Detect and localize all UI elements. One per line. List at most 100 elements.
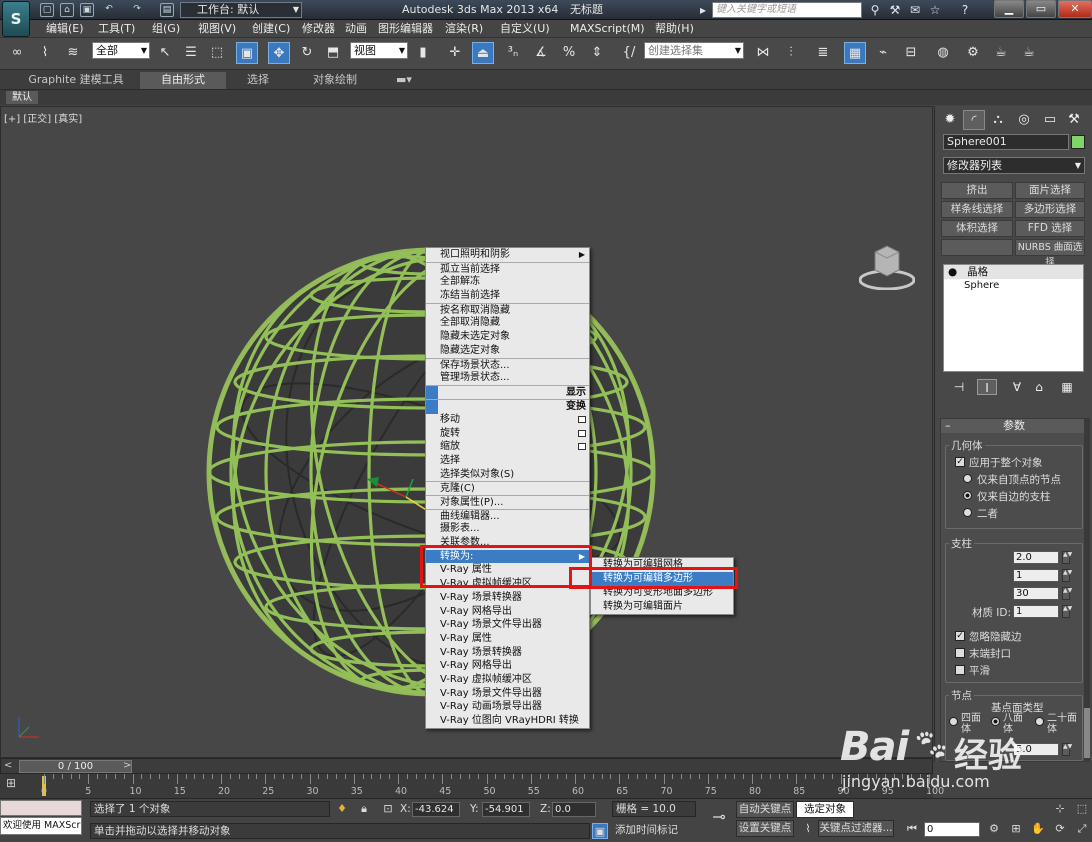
display-tab-icon[interactable]: ▭ [1039, 110, 1061, 130]
track-bar[interactable]: ⊞ 0 5 10 15 20 25 30 35 40 45 50 55 60 65 70 75 80 85 90 95… [0, 774, 944, 798]
menu-views[interactable]: 视图(V) [198, 20, 236, 38]
strut-matid-input[interactable]: 1 [1013, 605, 1059, 618]
curve-editor-icon[interactable]: ⌁ [872, 42, 894, 64]
close-button[interactable]: ✕ [1058, 0, 1092, 18]
context-menu-item[interactable]: 移动 [426, 413, 589, 427]
maximize-button[interactable]: ▭ [1026, 0, 1056, 18]
absolute-mode-icon[interactable]: ⊡ [380, 801, 396, 817]
context-menu-item[interactable]: 隐藏未选定对象 [426, 330, 589, 344]
spinner-snap-icon[interactable]: ⇕ [586, 42, 608, 64]
settings-box-icon[interactable] [578, 429, 586, 437]
ignore-hidden-checkbox[interactable]: ✓ [955, 631, 965, 641]
show-end-result-icon[interactable]: Ⅰ [977, 379, 997, 395]
object-name-field[interactable]: Sphere001 [943, 134, 1069, 150]
keyboard-shortcut-icon[interactable]: ⏏ [472, 42, 494, 64]
settings-box-icon[interactable] [578, 443, 586, 451]
pan-hand-icon[interactable]: ✋ [1030, 821, 1046, 837]
link-icon[interactable]: ∞ [6, 42, 28, 64]
context-menu-item[interactable]: V-Ray 属性 [426, 632, 589, 646]
context-menu-item[interactable]: V-Ray 网格导出 [426, 659, 589, 673]
context-menu-item[interactable]: V-Ray 场景文件导出器 [426, 687, 589, 701]
communication-icon[interactable]: ✉ [906, 2, 924, 18]
add-time-tag[interactable]: 添加时间标记 [612, 823, 696, 839]
context-menu-item[interactable]: V-Ray 属性 [426, 563, 589, 577]
strut-radius-input[interactable]: 2.0 [1013, 551, 1059, 564]
named-selection-dropdown[interactable]: 创建选择集 ▼ [644, 42, 744, 59]
render-setup-icon[interactable]: ⚙ [962, 42, 984, 64]
context-menu-item[interactable]: 保存场景状态... [426, 357, 589, 372]
context-menu-item[interactable]: 按名称取消隐藏 [426, 302, 589, 317]
menu-rendering[interactable]: 渲染(R) [445, 20, 483, 38]
undo-icon[interactable]: ↶ [102, 3, 116, 17]
context-menu-item[interactable]: 全部解冻 [426, 275, 589, 289]
submenu-item[interactable]: 转换为可编辑网格 [591, 558, 733, 572]
edit-named-sel-icon[interactable]: {/ [618, 42, 640, 64]
pivot-center-icon[interactable]: ▮ [412, 42, 434, 64]
minimize-button[interactable]: ▁ [994, 0, 1024, 18]
select-rotate-icon[interactable]: ↻ [296, 42, 318, 64]
menu-graph-editors[interactable]: 图形编辑器 [378, 20, 433, 38]
select-object-icon[interactable]: ↖ [154, 42, 176, 64]
goto-start-icon[interactable]: ⏮ [904, 821, 920, 837]
snaps-toggle-icon[interactable]: ³ₙ [502, 42, 524, 64]
strut-matid-spinner[interactable]: ▲▼ [1062, 605, 1072, 618]
x-coord-input[interactable]: -43.624 [412, 802, 460, 817]
redo-icon[interactable]: ↷ [130, 3, 144, 17]
viewcube[interactable] [859, 242, 915, 290]
context-menu-item[interactable]: 选择 [426, 454, 589, 468]
field-of-view-icon[interactable]: ⊹ [1052, 801, 1068, 817]
spline-select-button[interactable]: 样条线选择 [941, 201, 1013, 218]
quad-header[interactable]: 变换 [426, 398, 589, 414]
workspace-dropdown[interactable]: 工作台: 默认 ▼ [180, 2, 302, 18]
percent-snap-icon[interactable]: % [558, 42, 580, 64]
menu-tools[interactable]: 工具(T) [98, 20, 135, 38]
nurbs-select-button[interactable]: NURBS 曲面选择 [1015, 239, 1085, 268]
tetra-radio[interactable] [949, 717, 958, 726]
selection-filter-dropdown[interactable]: 全部 ▼ [92, 42, 150, 59]
strut-segments-spinner[interactable]: ▲▼ [1062, 569, 1072, 582]
mirror-icon[interactable]: ⋈ [752, 42, 774, 64]
expand-arrow-icon[interactable]: ▸ [694, 2, 712, 18]
maxscript-mini-listener[interactable]: 欢迎使用 MAXScri [0, 817, 82, 835]
mini-curve-editor-icon[interactable]: ⊞ [6, 776, 26, 792]
subscription-icon[interactable]: ⚒ [886, 2, 904, 18]
context-menu-item[interactable]: V-Ray 场景文件导出器 [426, 618, 589, 632]
apply-whole-checkbox[interactable]: ✓ [955, 457, 965, 467]
open-file-icon[interactable]: ⌂ [60, 3, 74, 17]
ribbon-options-icon[interactable]: ▬▾ [390, 72, 418, 89]
context-menu-item[interactable]: 孤立当前选择 [426, 261, 589, 276]
save-file-icon[interactable]: ▣ [80, 3, 94, 17]
stack-item-lattice[interactable]: ● 晶格 [944, 265, 1083, 279]
key-filters-button[interactable]: 关键点过滤器... [818, 820, 894, 837]
key-filters-icon[interactable]: ⌇ [800, 821, 816, 837]
motion-tab-icon[interactable]: ◎ [1013, 110, 1035, 130]
auto-key-button[interactable]: 自动关键点 [736, 801, 794, 818]
nodes-only-radio[interactable] [963, 474, 972, 483]
both-radio[interactable] [963, 508, 972, 517]
context-menu-item[interactable]: 视口照明和阴影 ▶ [426, 248, 589, 262]
utilities-tab-icon[interactable]: ⚒ [1063, 110, 1085, 130]
select-by-name-icon[interactable]: ☰ [180, 42, 202, 64]
tab-selection[interactable]: 选择 [228, 72, 288, 89]
unlink-icon[interactable]: ⌇ [34, 42, 56, 64]
menu-animation[interactable]: 动画 [345, 20, 367, 38]
icosa-radio[interactable] [1035, 717, 1044, 726]
key-icon[interactable]: ⊸ [706, 809, 732, 825]
strut-segments-input[interactable]: 1 [1013, 569, 1059, 582]
strut-radius-spinner[interactable]: ▲▼ [1062, 551, 1072, 564]
layer-manager-icon[interactable]: ≣ [812, 42, 834, 64]
angle-snap-icon[interactable]: ∡ [530, 42, 552, 64]
menu-maxscript[interactable]: MAXScript(M) [570, 20, 645, 38]
lock-icon[interactable]: 🔒︎ [356, 801, 372, 817]
menu-customize[interactable]: 自定义(U) [500, 20, 550, 38]
context-menu-item[interactable]: V-Ray 场景转换器 [426, 646, 589, 660]
menu-help[interactable]: 帮助(H) [655, 20, 694, 38]
graphite-toggle-icon[interactable]: ▦ [844, 42, 866, 64]
object-color-swatch[interactable] [1071, 135, 1085, 149]
configure-sets-icon[interactable]: ▦ [1057, 379, 1077, 395]
selected-object-dropdown[interactable]: 选定对象 [796, 801, 854, 818]
submenu-item[interactable]: 转换为可变形地面多边形 [591, 586, 733, 600]
extrude-button[interactable]: 挤出 [941, 182, 1013, 199]
set-key-button[interactable]: 设置关键点 [736, 820, 794, 837]
vol-select-button[interactable]: 体积选择 [941, 220, 1013, 237]
